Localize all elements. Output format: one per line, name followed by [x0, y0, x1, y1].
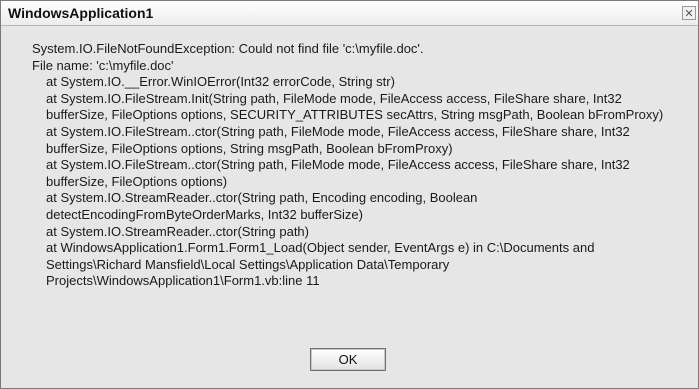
message-line: at WindowsApplication1.Form1.Form1_Load(… — [46, 240, 595, 289]
window-title: WindowsApplication1 — [8, 5, 154, 21]
ok-button[interactable]: OK — [310, 348, 386, 371]
title-bar[interactable]: WindowsApplication1 ✕ — [1, 1, 698, 26]
message-line: at System.IO.FileStream.Init(String path… — [46, 90, 664, 123]
error-message: System.IO.FileNotFoundException: Could n… — [32, 41, 682, 290]
message-line: at System.IO.StreamReader..ctor(String p… — [46, 190, 478, 222]
message-line: at System.IO.FileStream..ctor(String pat… — [46, 123, 630, 156]
message-line: File name: 'c:\myfile.doc' — [32, 57, 174, 73]
message-line: System.IO.FileNotFoundException: Could n… — [32, 41, 424, 56]
message-line: at System.IO.__Error.WinIOError(Int32 er… — [46, 74, 395, 90]
close-icon[interactable]: ✕ — [682, 6, 696, 20]
error-dialog: WindowsApplication1 ✕ System.IO.FileNotF… — [0, 0, 699, 389]
message-line: at System.IO.StreamReader..ctor(String p… — [46, 223, 309, 239]
message-line: at System.IO.FileStream..ctor(String pat… — [46, 157, 630, 189]
